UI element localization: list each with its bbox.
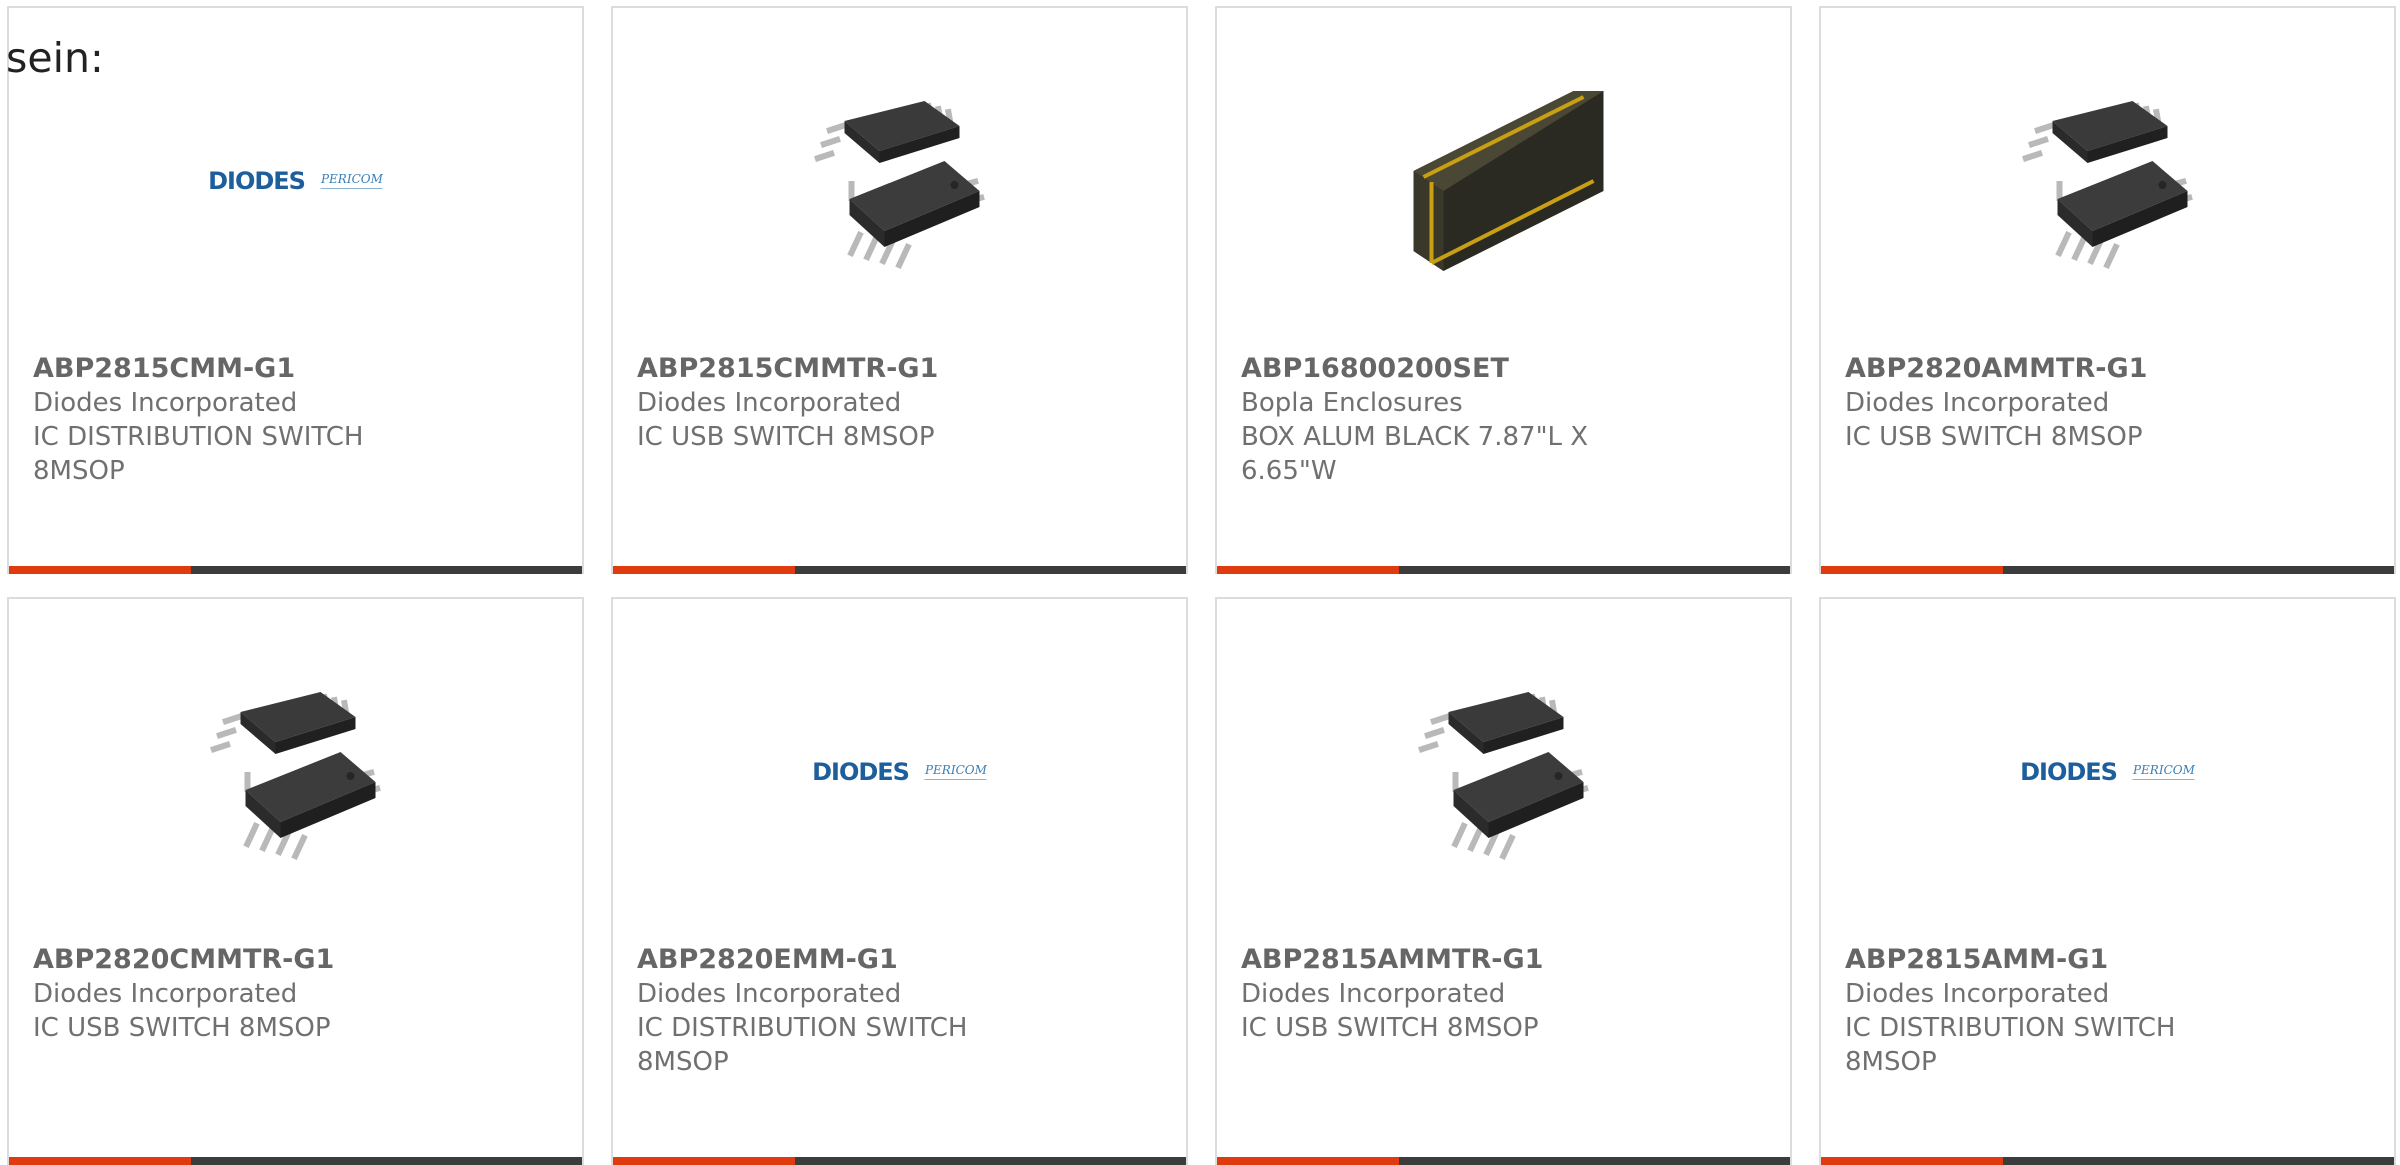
manufacturer: Diodes Incorporated: [1845, 979, 2110, 1009]
msop-chip-icon[interactable]: [2005, 78, 2210, 283]
diodes-pericom-logo[interactable]: DIODES PERICOM: [193, 78, 398, 283]
description: IC DISTRIBUTION SWITCH 8MSOP: [33, 422, 364, 486]
product-info: ABP2820EMM-G1 Diodes Incorporated IC DISTR…: [637, 943, 1037, 1079]
product-info: ABP2815CMMTR-G1 Diodes Incorporated IC USB…: [637, 352, 1037, 454]
card-footer-bar: [613, 1157, 1186, 1165]
description: IC USB SWITCH 8MSOP: [33, 1013, 331, 1043]
description: IC USB SWITCH 8MSOP: [637, 422, 935, 452]
card-accent-stripe: [613, 1157, 795, 1165]
product-info: ABP2820AMMTR-G1 Diodes Incorporated IC USB…: [1845, 352, 2245, 454]
manufacturer: Diodes Incorporated: [1845, 388, 2110, 418]
part-number[interactable]: ABP2815AMMTR-G1: [1241, 943, 1641, 977]
product-info: ABP2820CMMTR-G1 Diodes Incorporated IC USB…: [33, 943, 433, 1045]
card-accent-stripe: [9, 566, 191, 574]
msop-chip-icon[interactable]: [1401, 669, 1606, 874]
product-card[interactable]: ABP2815AMMTR-G1 Diodes Incorporated IC USB…: [1215, 597, 1792, 1165]
product-card[interactable]: ABP2820AMMTR-G1 Diodes Incorporated IC USB…: [1819, 6, 2396, 574]
manufacturer: Diodes Incorporated: [637, 388, 902, 418]
product-card[interactable]: ABP2815CMMTR-G1 Diodes Incorporated IC USB…: [611, 6, 1188, 574]
card-accent-stripe: [1821, 566, 2003, 574]
product-card[interactable]: DIODES PERICOM ABP2820EMM-G1 Diodes Incorpo…: [611, 597, 1188, 1165]
manufacturer: Diodes Incorporated: [1241, 979, 1506, 1009]
part-number[interactable]: ABP2815CMMTR-G1: [637, 352, 1037, 386]
description: IC DISTRIBUTION SWITCH 8MSOP: [1845, 1013, 2176, 1077]
card-accent-stripe: [9, 1157, 191, 1165]
manufacturer: Diodes Incorporated: [33, 979, 298, 1009]
description: IC USB SWITCH 8MSOP: [1241, 1013, 1539, 1043]
product-card[interactable]: ABP16800200SET Bopla Enclosures BOX ALUM B…: [1215, 6, 1792, 574]
card-footer-bar: [9, 1157, 582, 1165]
part-number[interactable]: ABP2815CMM-G1: [33, 352, 433, 386]
part-number[interactable]: ABP16800200SET: [1241, 352, 1641, 386]
card-accent-stripe: [613, 566, 795, 574]
product-info: ABP16800200SET Bopla Enclosures BOX ALUM B…: [1241, 352, 1641, 488]
card-footer-bar: [1821, 566, 2394, 574]
card-footer-bar: [613, 566, 1186, 574]
product-info: ABP2815AMM-G1 Diodes Incorporated IC DISTR…: [1845, 943, 2245, 1079]
card-accent-stripe: [1821, 1157, 2003, 1165]
description: BOX ALUM BLACK 7.87"L X 6.65"W: [1241, 422, 1589, 486]
part-number[interactable]: ABP2820EMM-G1: [637, 943, 1037, 977]
card-footer-bar: [9, 566, 582, 574]
product-card[interactable]: DIODES PERICOM ABP2815AMM-G1 Diodes Incorpo…: [1819, 597, 2396, 1165]
diodes-pericom-logo[interactable]: DIODES PERICOM: [797, 669, 1002, 874]
msop-chip-icon[interactable]: [193, 669, 398, 874]
part-number[interactable]: ABP2820AMMTR-G1: [1845, 352, 2245, 386]
description: IC DISTRIBUTION SWITCH 8MSOP: [637, 1013, 968, 1077]
product-info: ABP2815AMMTR-G1 Diodes Incorporated IC USB…: [1241, 943, 1641, 1045]
product-info: ABP2815CMM-G1 Diodes Incorporated IC DISTR…: [33, 352, 433, 488]
enclosure-box-icon[interactable]: [1401, 78, 1606, 283]
part-number[interactable]: ABP2815AMM-G1: [1845, 943, 2245, 977]
part-number[interactable]: ABP2820CMMTR-G1: [33, 943, 433, 977]
card-accent-stripe: [1217, 566, 1399, 574]
card-footer-bar: [1821, 1157, 2394, 1165]
card-footer-bar: [1217, 566, 1790, 574]
diodes-pericom-logo[interactable]: DIODES PERICOM: [2005, 669, 2210, 874]
section-heading: sein:: [6, 34, 104, 82]
manufacturer: Diodes Incorporated: [33, 388, 298, 418]
product-card[interactable]: ABP2820CMMTR-G1 Diodes Incorporated IC USB…: [7, 597, 584, 1165]
description: IC USB SWITCH 8MSOP: [1845, 422, 2143, 452]
manufacturer: Diodes Incorporated: [637, 979, 902, 1009]
card-accent-stripe: [1217, 1157, 1399, 1165]
msop-chip-icon[interactable]: [797, 78, 1002, 283]
product-card[interactable]: DIODES PERICOM ABP2815CMM-G1 Diodes Incorpo…: [7, 6, 584, 574]
manufacturer: Bopla Enclosures: [1241, 388, 1463, 418]
card-footer-bar: [1217, 1157, 1790, 1165]
